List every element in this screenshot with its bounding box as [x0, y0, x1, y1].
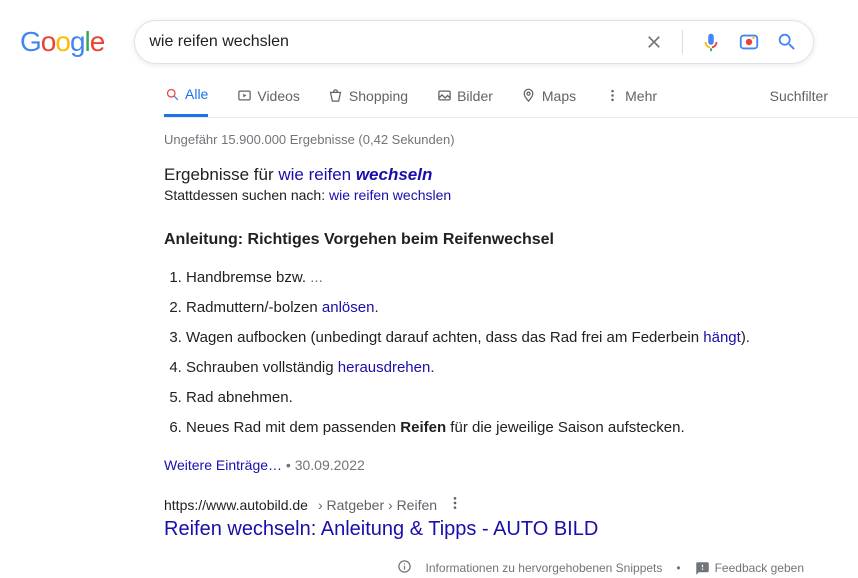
- video-icon: [236, 88, 252, 104]
- result-path: › Ratgeber › Reifen: [318, 497, 437, 513]
- list-item: Handbremse bzw. ...: [186, 263, 824, 293]
- list-item: Neues Rad mit dem passenden Reifen für d…: [186, 413, 824, 443]
- tab-label: Alle: [185, 86, 208, 102]
- tab-bilder[interactable]: Bilder: [436, 86, 493, 117]
- more-vert-icon: [604, 88, 620, 104]
- tab-maps[interactable]: Maps: [521, 86, 576, 117]
- tab-alle[interactable]: Alle: [164, 86, 208, 117]
- mic-icon[interactable]: [699, 30, 723, 54]
- search-result: https://www.autobild.de › Ratgeber › Rei…: [164, 495, 824, 541]
- snippet-steps: Handbremse bzw. ... Radmuttern/-bolzen a…: [164, 263, 824, 443]
- spell-prefix: Ergebnisse für: [164, 165, 278, 184]
- shopping-icon: [328, 88, 344, 104]
- result-host: https://www.autobild.de: [164, 497, 308, 513]
- result-title-link[interactable]: Reifen wechseln: Anleitung & Tipps - AUT…: [164, 518, 824, 541]
- list-item: Radmuttern/-bolzen anlösen.: [186, 293, 824, 323]
- info-icon[interactable]: [397, 559, 412, 577]
- google-logo[interactable]: Google: [20, 26, 104, 58]
- snippet-info-link[interactable]: Informationen zu hervorgehobenen Snippet…: [426, 561, 663, 575]
- spell-original-link[interactable]: wie reifen wechslen: [329, 187, 451, 203]
- search-input[interactable]: [149, 33, 642, 51]
- tab-label: Bilder: [457, 88, 493, 104]
- tab-shopping[interactable]: Shopping: [328, 86, 408, 117]
- feedback-icon: [695, 561, 710, 576]
- spell-correction: Ergebnisse für wie reifen wechseln Statt…: [164, 165, 824, 203]
- tab-label: Maps: [542, 88, 576, 104]
- clear-icon[interactable]: [642, 30, 666, 54]
- spell-corrected-link[interactable]: wie reifen wechseln: [278, 165, 432, 184]
- more-items-link[interactable]: Weitere Einträge…: [164, 457, 282, 473]
- lens-icon[interactable]: [737, 30, 761, 54]
- spell-instead-prefix: Stattdessen suchen nach:: [164, 187, 329, 203]
- result-more-icon[interactable]: [447, 495, 463, 514]
- tab-label: Videos: [257, 88, 300, 104]
- search-small-icon: [164, 86, 180, 102]
- tab-label: Shopping: [349, 88, 408, 104]
- snippet-date: 30.09.2022: [295, 457, 365, 473]
- result-stats: Ungefähr 15.900.000 Ergebnisse (0,42 Sek…: [164, 132, 824, 147]
- image-icon: [436, 88, 452, 104]
- feedback-link[interactable]: Feedback geben: [695, 561, 804, 576]
- tab-label: Mehr: [625, 88, 657, 104]
- featured-snippet-title: Anleitung: Richtiges Vorgehen beim Reife…: [164, 231, 824, 249]
- search-box: [134, 20, 814, 64]
- list-item: Wagen aufbocken (unbedingt darauf achten…: [186, 323, 824, 353]
- pin-icon: [521, 88, 537, 104]
- tab-mehr[interactable]: Mehr: [604, 86, 657, 117]
- tab-videos[interactable]: Videos: [236, 86, 300, 117]
- list-item: Schrauben vollständig herausdrehen.: [186, 353, 824, 383]
- list-item: Rad abnehmen.: [186, 383, 824, 413]
- tabs-bar: Alle Videos Shopping Bilder Maps: [164, 86, 858, 118]
- suchfilter-link[interactable]: Suchfilter: [770, 88, 828, 116]
- search-icon[interactable]: [775, 30, 799, 54]
